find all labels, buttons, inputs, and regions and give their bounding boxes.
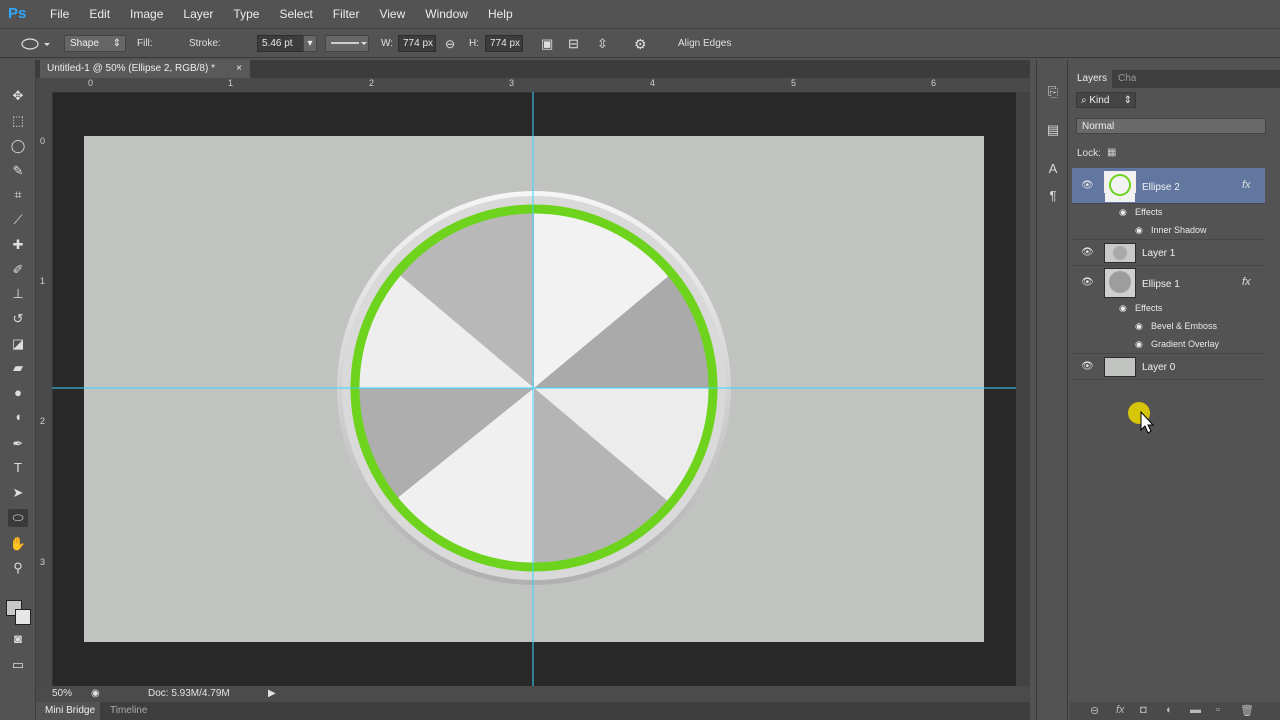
layers-panel [1070,60,1280,720]
layers-panel-tabs: Layers Cha [1070,70,1280,88]
layer-row-ellipse-1[interactable]: 👁 Ellipse 1 fx [1072,266,1265,300]
eye-icon[interactable]: ◉ [1119,303,1127,314]
blend-mode-dropdown[interactable]: Normal [1076,118,1266,134]
layer-thumbnail [1104,268,1136,298]
eye-icon[interactable]: ◉ [1119,207,1127,218]
layer-row-layer-0[interactable]: 👁 Layer 0 [1072,354,1265,380]
effect-name: Bevel & Emboss [1151,321,1218,331]
effects-row[interactable]: ◉ Effects [1072,300,1265,318]
paragraph-icon[interactable]: ¶ [1045,188,1061,204]
eye-icon[interactable]: 👁 [1081,180,1094,191]
status-menu-arrow-icon[interactable]: ▶ [268,686,276,702]
effects-row[interactable]: ◉ Effects [1072,204,1265,222]
doc-size: Doc: 5.93M/4.79M [148,688,230,699]
history-icon[interactable]: ⎘ [1045,84,1061,100]
layer-name[interactable]: Ellipse 2 [1142,182,1180,193]
adjustment-layer-icon[interactable]: ◐ [1166,704,1173,716]
status-bar: 50% ◉ Doc: 5.93M/4.79M ▶ [36,686,1030,702]
tab-mini-bridge[interactable]: Mini Bridge [36,702,100,720]
add-style-icon[interactable]: fx [1116,704,1125,716]
eye-icon[interactable]: ◉ [1135,225,1143,236]
effect-name: Gradient Overlay [1151,339,1220,349]
link-layers-icon[interactable]: ⊖ [1090,704,1099,717]
layer-name[interactable]: Ellipse 1 [1142,279,1180,290]
panel-dock: ⎘ ▤ A ¶ [1036,60,1068,720]
layer-thumbnail [1104,171,1136,202]
effect-row-inner-shadow[interactable]: ◉ Inner Shadow [1072,222,1265,240]
layer-row-ellipse-2[interactable]: 👁 Ellipse 2 fx [1072,168,1265,204]
bottom-panel-tabs: Mini Bridge Timeline [36,702,1030,720]
effects-label: Effects [1135,303,1163,313]
eye-icon[interactable]: 👁 [1081,277,1094,288]
fx-icon[interactable]: fx [1242,179,1251,191]
lock-label: Lock: [1077,148,1101,159]
tab-layers[interactable]: Layers [1070,70,1112,88]
layer-row-layer-1[interactable]: 👁 Layer 1 [1072,240,1265,266]
eye-icon[interactable]: ◉ [1135,321,1143,332]
new-layer-icon[interactable]: ▫ [1216,704,1220,716]
lock-transparent-icon[interactable]: ▦ [1107,147,1116,158]
filter-kind-dropdown[interactable]: ⌕ Kind ⇕ [1076,92,1136,108]
mouse-cursor-icon [1128,402,1155,434]
effect-row-gradient-overlay[interactable]: ◉ Gradient Overlay [1072,336,1265,354]
effect-row-bevel-emboss[interactable]: ◉ Bevel & Emboss [1072,318,1265,336]
zoom-level[interactable]: 50% [52,686,72,702]
layer-name[interactable]: Layer 1 [1142,248,1175,259]
effects-label: Effects [1135,207,1163,217]
trash-icon[interactable]: 🗑 [1240,704,1254,717]
filter-kind-value: Kind [1089,95,1110,106]
eye-icon[interactable]: ◉ [1135,339,1143,350]
layer-thumbnail [1104,243,1136,263]
layer-thumbnail [1104,357,1136,377]
blend-mode-value: Normal [1082,121,1115,132]
search-icon: ⌕ [1081,95,1087,106]
layers-panel-footer: ⊖ fx ◘ ◐ ▬ ▫ 🗑 [1070,702,1280,720]
fx-icon[interactable]: fx [1242,276,1251,288]
properties-icon[interactable]: ▤ [1045,122,1061,138]
add-mask-icon[interactable]: ◘ [1140,704,1147,716]
chevron-updown-icon: ⇕ [1123,95,1132,106]
layer-name[interactable]: Layer 0 [1142,362,1175,373]
new-group-icon[interactable]: ▬ [1190,704,1201,716]
tab-timeline[interactable]: Timeline [110,702,147,720]
eye-icon[interactable]: 👁 [1081,247,1094,258]
tab-channels[interactable]: Cha [1118,70,1136,88]
effect-name: Inner Shadow [1151,225,1207,235]
status-icon[interactable]: ◉ [91,686,100,702]
eye-icon[interactable]: 👁 [1081,361,1094,372]
character-icon[interactable]: A [1045,161,1061,177]
